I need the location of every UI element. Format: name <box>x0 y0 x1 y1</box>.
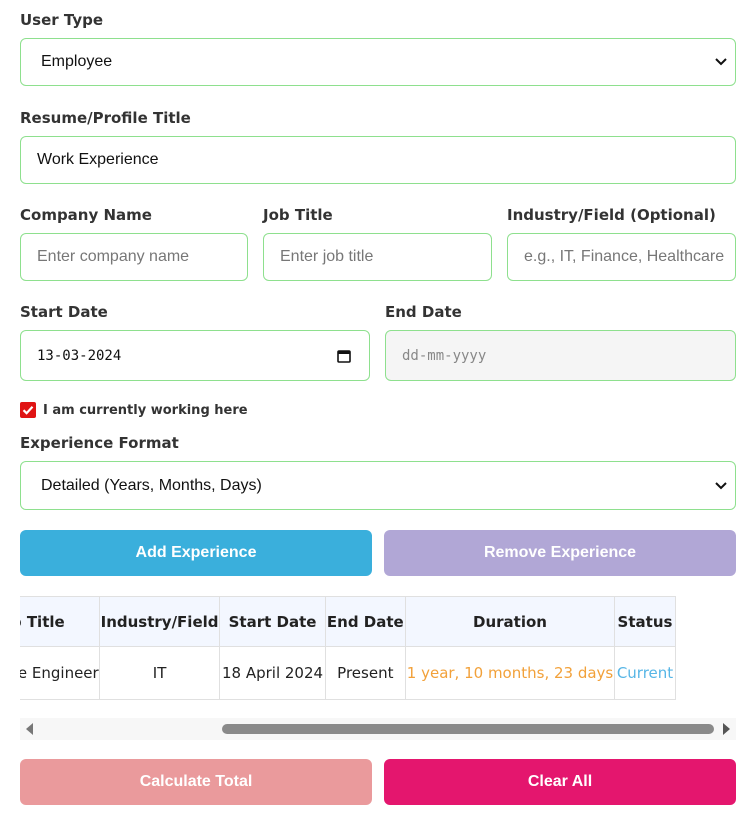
experience-format-label: Experience Format <box>20 434 179 452</box>
experience-format-value: Detailed (Years, Months, Days) <box>41 476 262 494</box>
experience-table: Job Title Industry/Field Start Date End … <box>20 596 677 700</box>
table-row: Software Engineer IT 18 April 2024 Prese… <box>20 646 677 700</box>
chevron-down-icon <box>715 479 727 493</box>
table-header-row: Job Title Industry/Field Start Date End … <box>20 596 677 647</box>
experience-table-container[interactable]: Job Title Industry/Field Start Date End … <box>20 596 736 700</box>
company-name-placeholder: Enter company name <box>37 248 190 265</box>
job-title-input[interactable]: Enter job title <box>263 233 492 281</box>
cell-end-date: Present <box>324 646 407 700</box>
cell-start-date: 18 April 2024 <box>219 646 326 700</box>
column-header-status: Status <box>613 596 677 647</box>
industry-input[interactable]: e.g., IT, Finance, Healthcare <box>507 233 736 281</box>
industry-label: Industry/Field (Optional) <box>507 206 716 224</box>
end-date-label: End Date <box>385 303 462 321</box>
user-type-value: Employee <box>41 53 113 70</box>
scroll-left-icon[interactable] <box>26 723 33 735</box>
job-title-placeholder: Enter job title <box>280 248 374 265</box>
scroll-right-icon[interactable] <box>723 723 730 735</box>
add-experience-button[interactable]: Add Experience <box>20 530 372 576</box>
currently-working-checkbox[interactable] <box>20 402 36 418</box>
chevron-down-icon <box>715 55 727 69</box>
remove-experience-button[interactable]: Remove Experience <box>384 530 736 576</box>
user-type-label: User Type <box>20 11 104 29</box>
start-date-label: Start Date <box>20 303 108 321</box>
start-date-value: 13-03-2024 <box>37 347 122 364</box>
experience-format-select[interactable]: Detailed (Years, Months, Days) <box>20 461 736 510</box>
resume-title-input[interactable]: Work Experience <box>20 136 736 184</box>
cell-industry: IT <box>98 646 221 700</box>
user-type-select[interactable]: Employee <box>20 38 736 86</box>
end-date-input[interactable]: dd-mm-yyyy <box>385 330 736 381</box>
currently-working-label: I am currently working here <box>43 403 248 418</box>
calculate-total-button[interactable]: Calculate Total <box>20 759 372 805</box>
column-header-duration: Duration <box>405 596 615 647</box>
end-date-placeholder: dd-mm-yyyy <box>402 347 487 364</box>
cell-status: Current <box>613 646 677 700</box>
cell-job-title: Software Engineer <box>20 646 100 700</box>
company-name-input[interactable]: Enter company name <box>20 233 248 281</box>
industry-placeholder: e.g., IT, Finance, Healthcare <box>524 248 725 265</box>
column-header-industry: Industry/Field <box>98 596 221 647</box>
calendar-icon[interactable] <box>337 349 351 363</box>
column-header-end-date: End Date <box>324 596 407 647</box>
resume-title-value: Work Experience <box>37 151 159 168</box>
start-date-input[interactable]: 13-03-2024 <box>20 330 370 381</box>
job-title-label: Job Title <box>263 206 333 224</box>
company-name-label: Company Name <box>20 206 152 224</box>
resume-title-label: Resume/Profile Title <box>20 109 191 127</box>
column-header-start-date: Start Date <box>219 596 326 647</box>
clear-all-button[interactable]: Clear All <box>384 759 736 805</box>
column-header-job-title: Job Title <box>20 596 100 647</box>
cell-duration: 1 year, 10 months, 23 days <box>405 646 615 700</box>
horizontal-scrollbar[interactable] <box>20 718 736 740</box>
scrollbar-thumb[interactable] <box>222 724 714 734</box>
